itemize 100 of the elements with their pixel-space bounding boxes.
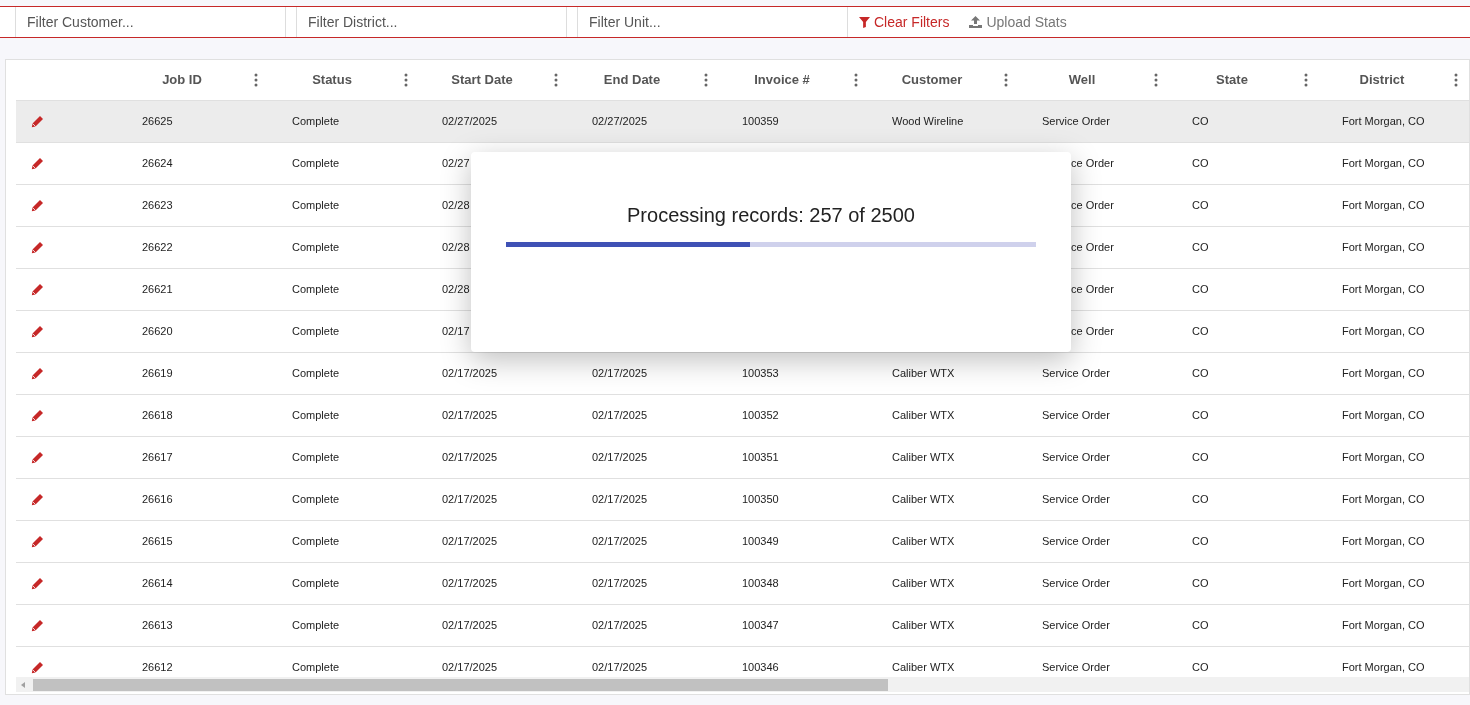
pencil-icon[interactable]: [31, 535, 44, 548]
pencil-icon[interactable]: [31, 367, 44, 380]
table-cell: CO: [1192, 157, 1209, 170]
upload-button[interactable]: Upload Stats: [969, 7, 1067, 37]
pencil-icon[interactable]: [31, 409, 44, 422]
table-cell: 26618: [142, 409, 173, 422]
pencil-icon[interactable]: [31, 493, 44, 506]
table-cell: CO: [1192, 451, 1209, 464]
table-cell: Complete: [292, 577, 340, 590]
table-cell: Fort Morgan, CO: [1342, 619, 1425, 632]
table-cell: 02/17/2025: [442, 661, 498, 674]
pencil-icon[interactable]: [31, 241, 44, 254]
table-cell: 100359: [742, 115, 779, 128]
table-cell: CO: [1192, 367, 1209, 380]
column-header[interactable]: Well: [1017, 70, 1147, 90]
table-cell: Complete: [292, 661, 340, 674]
pencil-icon[interactable]: [31, 577, 44, 590]
table-cell: Service Order: [1042, 661, 1110, 674]
table-cell: ce Order: [1071, 199, 1114, 212]
table-cell: CO: [1192, 577, 1209, 590]
horizontal-scrollbar[interactable]: [16, 677, 1469, 692]
column-header[interactable]: Status: [267, 70, 397, 90]
table-cell: Fort Morgan, CO: [1342, 493, 1425, 506]
column-header[interactable]: District: [1317, 70, 1447, 90]
table-cell: CO: [1192, 493, 1209, 506]
table-cell: 26612: [142, 661, 173, 674]
table-cell: Fort Morgan, CO: [1342, 199, 1425, 212]
filter-field[interactable]: Filter Unit...: [577, 7, 848, 37]
pencil-icon[interactable]: [31, 283, 44, 296]
table-cell: 02/17/2025: [592, 661, 648, 674]
table-cell: 26621: [142, 283, 173, 296]
table-cell: 02/17/2025: [592, 409, 648, 422]
pencil-icon[interactable]: [31, 661, 44, 674]
table-cell: Complete: [292, 157, 340, 170]
table-cell: Caliber WTX: [892, 577, 955, 590]
table-cell: Fort Morgan, CO: [1342, 325, 1425, 338]
column-menu-icon[interactable]: [1304, 73, 1308, 87]
column-header[interactable]: Invoice #: [717, 70, 847, 90]
clear-filters-button[interactable]: Clear Filters: [859, 7, 950, 37]
table-cell: Service Order: [1042, 493, 1110, 506]
table-cell: 26616: [142, 493, 173, 506]
table-cell: Service Order: [1042, 577, 1110, 590]
table-cell: 02/17/2025: [442, 493, 498, 506]
table-cell: 02/28: [442, 283, 470, 296]
table-cell: Fort Morgan, CO: [1342, 115, 1425, 128]
pencil-icon[interactable]: [31, 619, 44, 632]
pencil-icon[interactable]: [31, 157, 44, 170]
table-cell: Complete: [292, 283, 340, 296]
table-cell: Fort Morgan, CO: [1342, 241, 1425, 254]
dialog-title: Processing records: 257 of 2500: [627, 203, 915, 228]
column-menu-icon[interactable]: [554, 73, 558, 87]
column-menu-icon[interactable]: [254, 73, 258, 87]
table-cell: Caliber WTX: [892, 493, 955, 506]
column-menu-icon[interactable]: [1454, 73, 1458, 87]
column-menu-icon[interactable]: [1154, 73, 1158, 87]
pencil-icon[interactable]: [31, 325, 44, 338]
table-row[interactable]: 26625 Complete 02/27/2025 02/27/2025 100359 Wood Wireline Service Order CO Fort Morgan, CO: [16, 101, 1469, 143]
table-cell: 02/17/2025: [442, 451, 498, 464]
table-cell: Fort Morgan, CO: [1342, 283, 1425, 296]
table-cell: ce Order: [1071, 241, 1114, 254]
column-header[interactable]: Start Date: [417, 70, 547, 90]
column-header[interactable]: State: [1167, 70, 1297, 90]
table-cell: Fort Morgan, CO: [1342, 451, 1425, 464]
column-header[interactable]: Job ID: [117, 70, 247, 90]
table-cell: 100348: [742, 577, 779, 590]
table-cell: Caliber WTX: [892, 409, 955, 422]
table-cell: ce Order: [1071, 283, 1114, 296]
table-cell: 26617: [142, 451, 173, 464]
table-cell: 26622: [142, 241, 173, 254]
table-cell: 100346: [742, 661, 779, 674]
table-cell: Complete: [292, 535, 340, 548]
filter-field[interactable]: Filter Customer...: [15, 7, 286, 37]
table-cell: 26619: [142, 367, 173, 380]
column-menu-icon[interactable]: [854, 73, 858, 87]
table-cell: CO: [1192, 115, 1209, 128]
table-cell: Caliber WTX: [892, 661, 955, 674]
table-cell: 02/28: [442, 241, 470, 254]
filter-field[interactable]: Filter District...: [296, 7, 567, 37]
table-cell: 02/17/2025: [442, 367, 498, 380]
table-cell: 100350: [742, 493, 779, 506]
table-cell: CO: [1192, 535, 1209, 548]
table-cell: Caliber WTX: [892, 535, 955, 548]
table-cell: Complete: [292, 409, 340, 422]
column-menu-icon[interactable]: [404, 73, 408, 87]
table-cell: CO: [1192, 199, 1209, 212]
pencil-icon[interactable]: [31, 199, 44, 212]
pencil-icon[interactable]: [31, 451, 44, 464]
table-cell: Service Order: [1042, 535, 1110, 548]
table-cell: 02/17/2025: [592, 367, 648, 380]
pencil-icon[interactable]: [31, 115, 44, 128]
table-cell: Fort Morgan, CO: [1342, 367, 1425, 380]
table-cell: 02/17: [442, 325, 470, 338]
column-menu-icon[interactable]: [704, 73, 708, 87]
column-menu-icon[interactable]: [1004, 73, 1008, 87]
column-header[interactable]: Customer: [867, 70, 997, 90]
table-cell: 26614: [142, 577, 173, 590]
scrollbar-thumb[interactable]: [33, 678, 888, 691]
table-cell: 02/28: [442, 199, 470, 212]
column-header[interactable]: End Date: [567, 70, 697, 90]
table-cell: ce Order: [1071, 157, 1114, 170]
